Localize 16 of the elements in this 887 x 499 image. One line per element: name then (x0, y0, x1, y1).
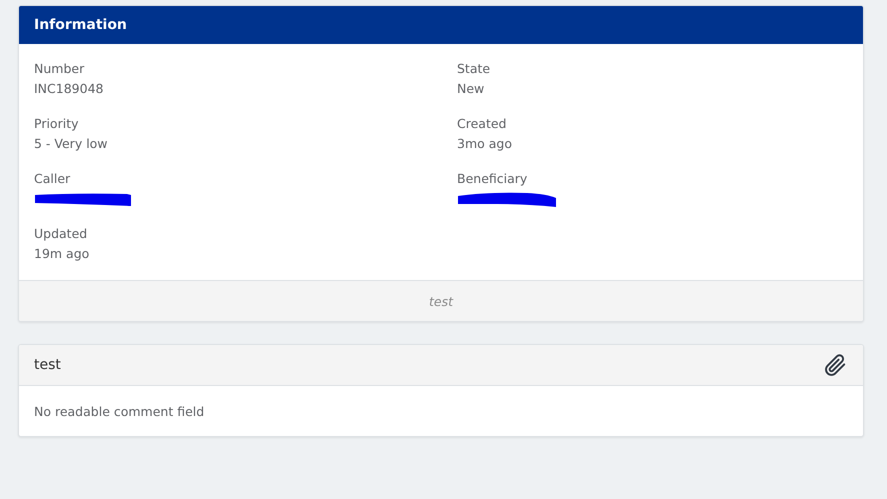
field-label: Priority (34, 116, 80, 132)
field-value: 19m ago (34, 246, 90, 262)
field-label: Caller (34, 171, 72, 187)
field-value: 5 - Very low (34, 136, 109, 152)
comment-text: No readable comment field (34, 404, 204, 418)
field-label: Beneficiary (457, 171, 528, 187)
field-value: 3mo ago (457, 136, 513, 152)
field-label: Number (34, 61, 86, 77)
field-value: INC189048 (34, 81, 104, 97)
field-label: Updated (34, 226, 88, 242)
field-value: New (457, 81, 486, 97)
card-title: Information (34, 17, 127, 33)
card-title: test (34, 357, 61, 373)
field-label: State (457, 61, 492, 77)
footer-text: test (428, 294, 453, 308)
field-label: Created (457, 116, 508, 132)
